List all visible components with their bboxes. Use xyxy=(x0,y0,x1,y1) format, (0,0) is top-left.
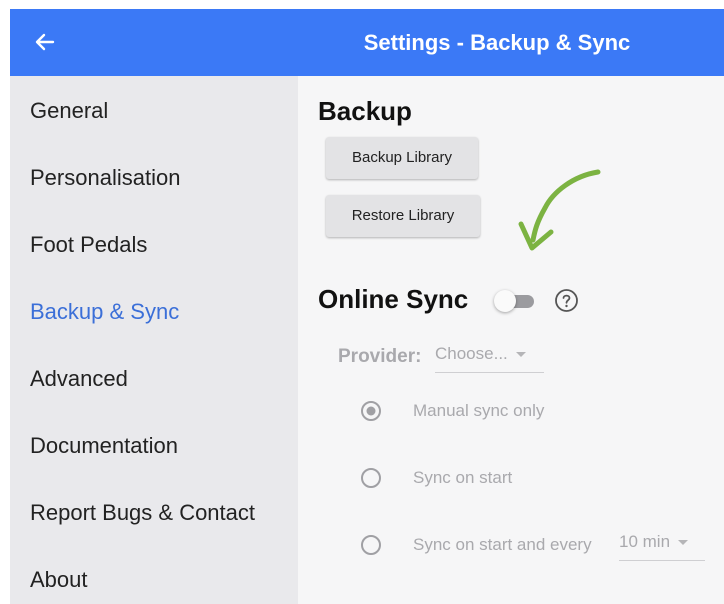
sidebar-item-documentation[interactable]: Documentation xyxy=(30,433,178,459)
backup-library-button[interactable]: Backup Library xyxy=(326,137,478,179)
chevron-down-icon xyxy=(515,352,526,358)
question-circle-icon[interactable] xyxy=(554,288,579,313)
radio-label-sync-on-start: Sync on start xyxy=(413,468,513,487)
radio-sync-on-start-and-every[interactable] xyxy=(360,534,382,556)
sidebar-item-advanced[interactable]: Advanced xyxy=(30,366,128,392)
sidebar-item-about[interactable]: About xyxy=(30,567,88,593)
page-title: Settings - Backup & Sync xyxy=(363,30,631,55)
provider-select-value: Choose... xyxy=(435,344,508,363)
radio-label-manual-sync: Manual sync only xyxy=(413,401,545,420)
radio-sync-on-start[interactable] xyxy=(360,467,382,489)
online-sync-toggle[interactable] xyxy=(494,290,538,312)
sidebar-item-report-bugs[interactable]: Report Bugs & Contact xyxy=(30,500,255,526)
radio-manual-sync[interactable] xyxy=(360,400,382,422)
sidebar-item-personalisation[interactable]: Personalisation xyxy=(30,165,180,191)
sidebar-item-general[interactable]: General xyxy=(30,98,108,124)
interval-select-value: 10 min xyxy=(619,532,671,551)
online-sync-heading: Online Sync xyxy=(318,284,469,314)
backup-heading: Backup xyxy=(318,96,412,126)
sidebar-item-backup-sync[interactable]: Backup & Sync xyxy=(30,299,179,325)
settings-content: Backup Backup Library Restore Library On… xyxy=(298,76,724,604)
chevron-down-icon xyxy=(678,540,689,546)
settings-sidebar: General Personalisation Foot Pedals Back… xyxy=(10,76,298,604)
sidebar-item-foot-pedals[interactable]: Foot Pedals xyxy=(30,232,147,258)
provider-select[interactable]: Choose... xyxy=(435,344,544,373)
restore-library-button[interactable]: Restore Library xyxy=(326,195,480,237)
annotation-arrow-icon xyxy=(518,169,601,251)
provider-label: Provider: xyxy=(338,346,422,367)
radio-label-sync-interval: Sync on start and every xyxy=(413,535,592,554)
interval-select[interactable]: 10 min xyxy=(619,532,705,561)
app-bar: Settings - Backup & Sync xyxy=(10,9,724,76)
toggle-thumb xyxy=(494,290,516,312)
app-window: Settings - Backup & Sync General Persona… xyxy=(10,9,724,604)
arrow-left-icon[interactable] xyxy=(30,27,60,57)
